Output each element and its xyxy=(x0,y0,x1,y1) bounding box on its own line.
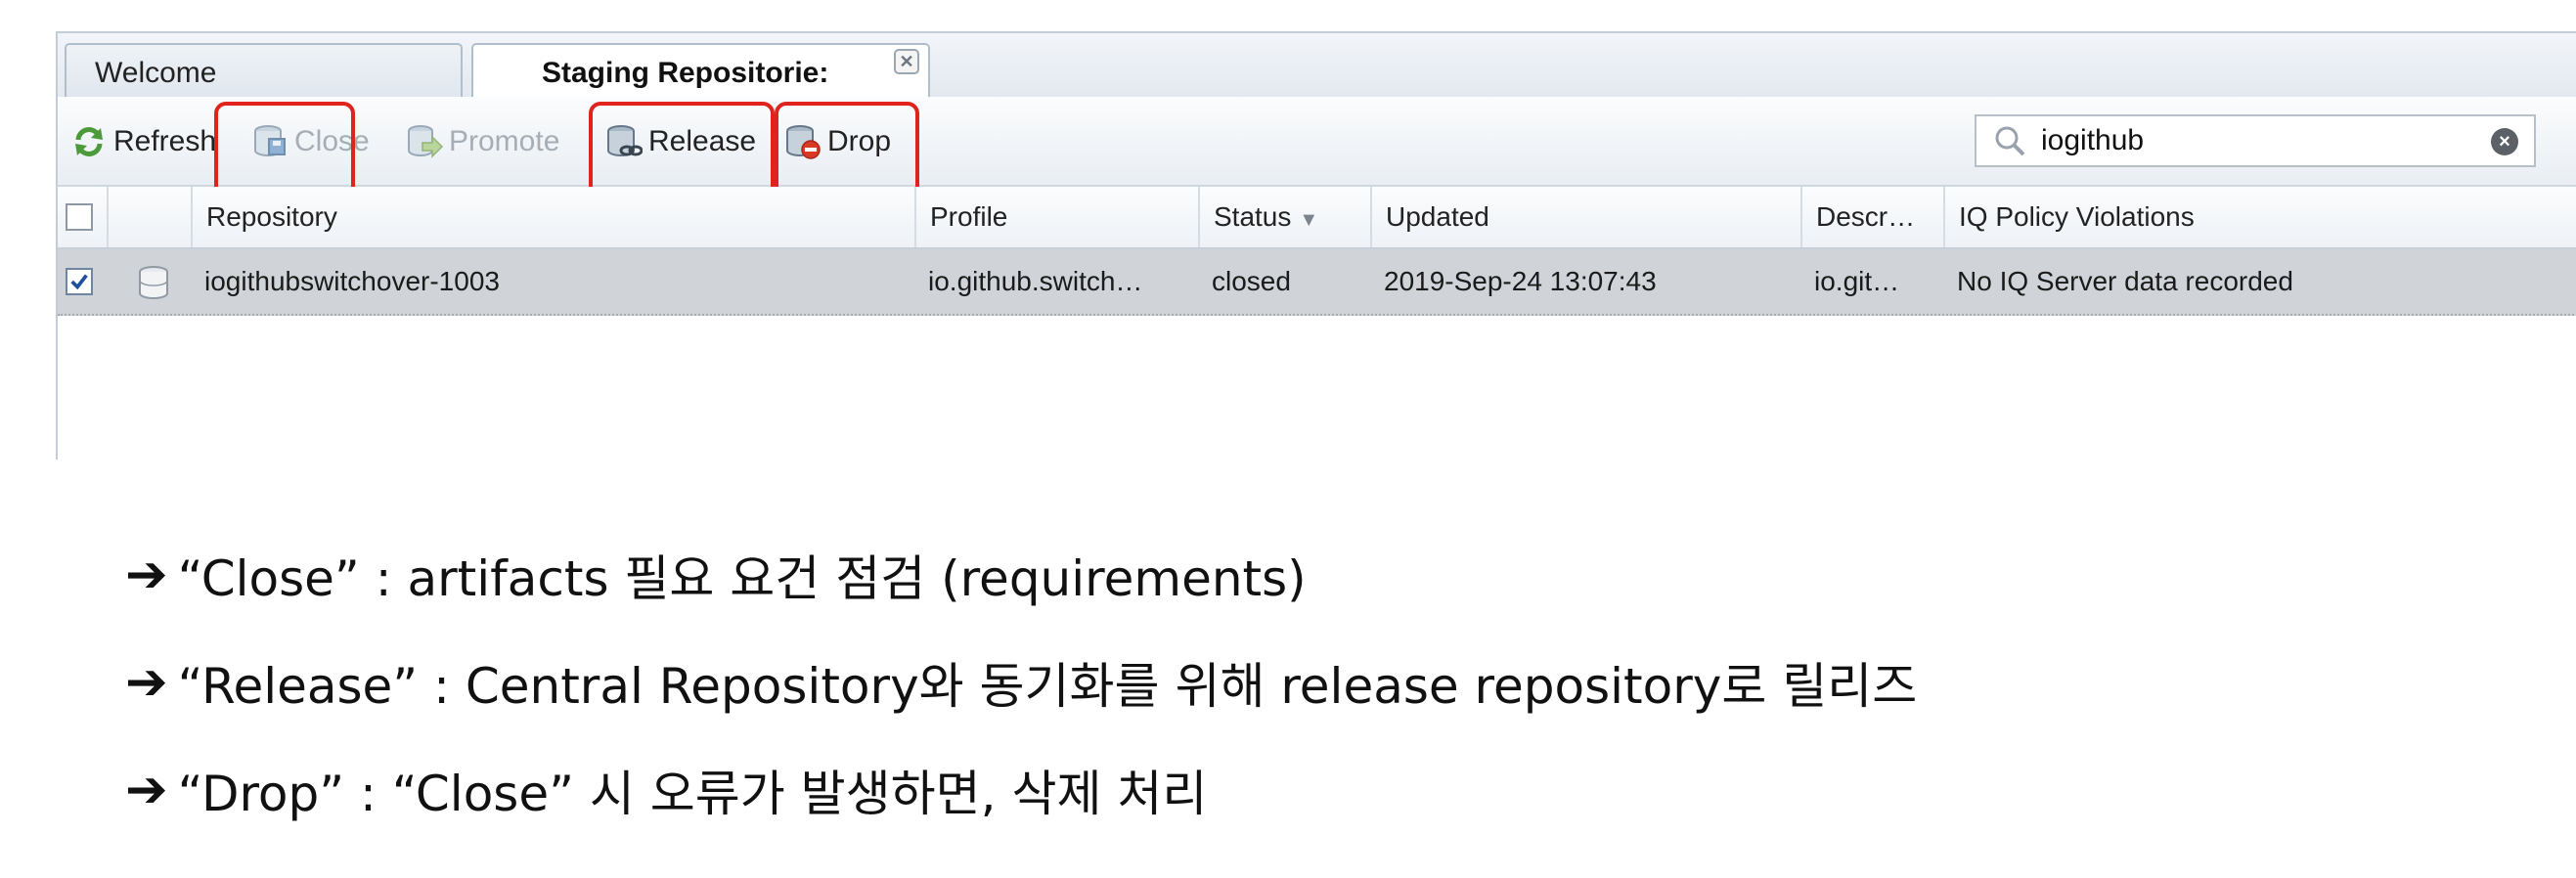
promote-label: Promote xyxy=(449,125,560,157)
release-highlight-box xyxy=(589,102,775,198)
note-close-text: “Close” : artifacts 필요 요건 점검 (requiremen… xyxy=(177,550,1307,607)
cell-profile: io.github.switch… xyxy=(928,266,1143,296)
cell-description: io.git… xyxy=(1814,266,1900,296)
promote-icon xyxy=(406,123,443,160)
column-header-profile[interactable]: Profile xyxy=(914,187,1198,247)
promote-button[interactable]: Promote xyxy=(406,97,559,187)
note-release-text: “Release” : Central Repository와 동기화를 위해 … xyxy=(177,658,1918,715)
repository-icon xyxy=(136,265,171,300)
cell-status: closed xyxy=(1212,266,1291,296)
refresh-label: Refresh xyxy=(113,125,217,157)
refresh-icon xyxy=(70,123,108,160)
note-release: ➔ “Release” : Central Repository와 동기화를 위… xyxy=(125,651,1917,715)
select-all-checkbox[interactable] xyxy=(66,203,93,231)
note-drop: ➔ “Drop” : “Close” 시 오류가 발생하면, 삭제 처리 xyxy=(125,759,1207,822)
arrow-icon: ➔ xyxy=(125,653,168,712)
search-icon xyxy=(1995,126,2025,156)
column-header-updated[interactable]: Updated xyxy=(1370,187,1800,247)
search-box: × xyxy=(1975,114,2536,167)
close-highlight-box xyxy=(214,102,355,198)
repository-grid: Repository Profile Status ▼ Updated Descr… xyxy=(56,187,2576,460)
column-header-repository[interactable]: Repository xyxy=(191,187,914,247)
tab-bar: Welcome Staging Repositorie: ✕ xyxy=(56,31,2576,101)
staging-repositories-window: Welcome Staging Repositorie: ✕ Refresh C… xyxy=(0,0,2576,460)
column-header-iq-policy-violations[interactable]: IQ Policy Violations xyxy=(1943,187,2576,247)
note-close: ➔ “Close” : artifacts 필요 요건 점검 (requirem… xyxy=(125,544,1307,607)
select-all-cell xyxy=(58,187,107,247)
arrow-icon: ➔ xyxy=(125,761,168,819)
icon-column-header xyxy=(107,187,191,247)
sort-desc-icon: ▼ xyxy=(1299,209,1319,231)
grid-header: Repository Profile Status ▼ Updated Descr… xyxy=(58,187,2576,249)
tab-welcome[interactable]: Welcome xyxy=(65,43,463,101)
arrow-icon: ➔ xyxy=(125,546,168,604)
close-icon[interactable]: ✕ xyxy=(894,49,919,74)
toolbar: Refresh Close Promote Release Drop iogit… xyxy=(56,97,2576,198)
table-row[interactable]: iogithubswitchover-1003 io.github.switch… xyxy=(58,249,2576,316)
drop-highlight-box xyxy=(775,102,919,198)
column-header-status[interactable]: Status ▼ xyxy=(1198,187,1370,247)
tab-staging-repositories[interactable]: Staging Repositorie: ✕ xyxy=(471,43,930,101)
row-checkbox[interactable] xyxy=(66,268,93,295)
cell-iq-policy-violations: No IQ Server data recorded xyxy=(1957,266,2293,296)
search-input[interactable] xyxy=(2039,123,2454,158)
column-header-description[interactable]: Descr… xyxy=(1800,187,1943,247)
clear-icon[interactable]: × xyxy=(2491,128,2518,155)
note-drop-text: “Drop” : “Close” 시 오류가 발생하면, 삭제 처리 xyxy=(177,766,1208,822)
tab-welcome-label: Welcome xyxy=(95,56,217,89)
refresh-button[interactable]: Refresh xyxy=(70,97,216,187)
tab-staging-repositories-label: Staging Repositorie: xyxy=(542,56,829,89)
cell-repository: iogithubswitchover-1003 xyxy=(204,266,500,296)
cell-updated: 2019-Sep-24 13:07:43 xyxy=(1384,266,1657,296)
